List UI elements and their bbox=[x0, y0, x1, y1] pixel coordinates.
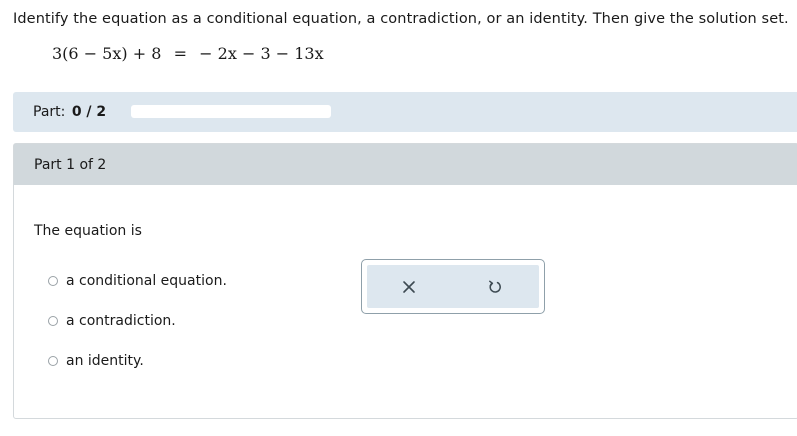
equation: 3(6 − 5x) + 8 = − 2x − 3 − 13x bbox=[52, 44, 324, 63]
option-label: a conditional equation. bbox=[66, 273, 227, 289]
equation-left: 3(6 − 5x) + 8 bbox=[52, 44, 162, 63]
radio-button[interactable] bbox=[48, 316, 58, 326]
undo-icon bbox=[489, 280, 501, 293]
progress-value: 0 / 2 bbox=[71, 104, 107, 120]
option-conditional[interactable]: a conditional equation. bbox=[48, 273, 227, 289]
equation-right: − 2x − 3 − 13x bbox=[199, 44, 324, 63]
option-identity[interactable]: an identity. bbox=[48, 353, 144, 369]
x-icon bbox=[403, 281, 415, 293]
equation-equals: = bbox=[173, 44, 187, 63]
progress-band: Part: 0 / 2 bbox=[13, 92, 797, 132]
answer-tools-bar bbox=[367, 265, 539, 308]
progress-label-text: Part: bbox=[33, 104, 66, 120]
answer-tools-panel bbox=[361, 259, 545, 314]
option-label: an identity. bbox=[66, 353, 144, 369]
reset-button[interactable] bbox=[485, 277, 505, 297]
question-prompt: Identify the equation as a conditional e… bbox=[13, 11, 789, 27]
option-label: a contradiction. bbox=[66, 313, 176, 329]
progress-bar bbox=[131, 105, 331, 118]
question-text: The equation is bbox=[34, 223, 142, 239]
clear-button[interactable] bbox=[399, 277, 419, 297]
part-header: Part 1 of 2 bbox=[14, 144, 797, 185]
radio-button[interactable] bbox=[48, 356, 58, 366]
radio-button[interactable] bbox=[48, 276, 58, 286]
option-contradiction[interactable]: a contradiction. bbox=[48, 313, 176, 329]
progress-label: Part: 0 / 2 bbox=[33, 104, 106, 120]
